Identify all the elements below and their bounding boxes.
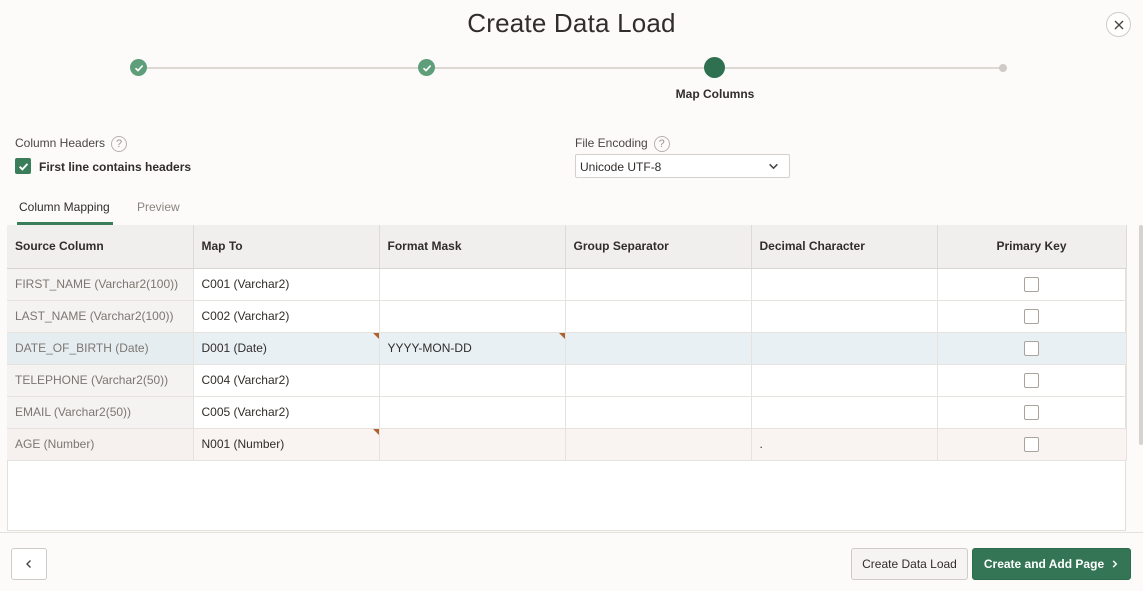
column-header-format-mask[interactable]: Format Mask [379, 225, 566, 269]
wizard-step-4 [999, 64, 1007, 72]
table-row[interactable]: TELEPHONE (Varchar2(50)) C004 (Varchar2) [7, 364, 1127, 397]
first-line-headers-label[interactable]: First line contains headers [39, 160, 191, 174]
column-header-source-column[interactable]: Source Column [7, 225, 194, 269]
group-separator-cell[interactable] [565, 396, 752, 429]
primary-key-checkbox[interactable] [1024, 372, 1039, 388]
dialog-title: Create Data Load [467, 8, 676, 38]
previous-step-button[interactable] [11, 548, 47, 580]
format-mask-cell[interactable] [379, 396, 566, 429]
primary-key-cell [937, 300, 1127, 333]
create-and-add-page-label: Create and Add Page [983, 557, 1105, 571]
column-headers-label-group: Column Headers? [15, 136, 128, 152]
primary-key-cell [937, 332, 1127, 365]
map-to-value: N001 (Number) [201, 437, 285, 451]
format-mask-cell[interactable] [379, 364, 566, 397]
wizard-step-1[interactable] [130, 59, 147, 76]
create-and-add-page-button[interactable]: Create and Add Page [972, 548, 1131, 580]
tab-column-mapping[interactable]: Column Mapping [19, 200, 110, 214]
column-header-group-separator[interactable]: Group Separator [565, 225, 752, 269]
column-header-decimal-character[interactable]: Decimal Character [751, 225, 938, 269]
chevron-right-icon [1112, 560, 1118, 568]
map-to-cell[interactable]: C001 (Varchar2) [193, 267, 380, 301]
source-column-cell: TELEPHONE (Varchar2(50)) [7, 364, 194, 397]
format-mask-cell[interactable] [379, 428, 566, 461]
wizard-step-3-current [704, 57, 725, 78]
source-column-cell: DATE_OF_BIRTH (Date) [7, 332, 194, 365]
map-to-cell[interactable]: D001 (Date) [193, 332, 380, 365]
tab-preview[interactable]: Preview [137, 200, 180, 214]
wizard-current-step-label: Map Columns [675, 87, 755, 101]
wizard-step-2[interactable] [418, 59, 435, 76]
primary-key-checkbox[interactable] [1024, 276, 1039, 292]
source-column-cell: EMAIL (Varchar2(50)) [7, 396, 194, 429]
group-separator-cell[interactable] [565, 364, 752, 397]
format-mask-cell[interactable]: YYYY-MON-DD [379, 332, 566, 365]
map-to-cell[interactable]: N001 (Number) [193, 428, 380, 461]
source-column-cell: FIRST_NAME (Varchar2(100)) [7, 267, 194, 301]
changed-cell-flag [558, 332, 565, 339]
decimal-character-cell[interactable] [751, 364, 938, 397]
map-to-cell[interactable]: C002 (Varchar2) [193, 300, 380, 333]
map-to-cell[interactable]: C004 (Varchar2) [193, 364, 380, 397]
dialog-scrollbar[interactable] [1139, 225, 1143, 445]
column-header-map-to[interactable]: Map To [193, 225, 380, 269]
primary-key-cell [937, 428, 1127, 461]
close-button[interactable] [1106, 12, 1131, 37]
decimal-character-cell[interactable] [751, 300, 938, 333]
primary-key-cell [937, 364, 1127, 397]
primary-key-checkbox[interactable] [1024, 404, 1039, 420]
primary-key-cell [937, 267, 1127, 301]
file-encoding-value: Unicode UTF-8 [580, 160, 662, 174]
table-row[interactable]: LAST_NAME (Varchar2(100)) C002 (Varchar2… [7, 300, 1127, 333]
table-row[interactable]: EMAIL (Varchar2(50)) C005 (Varchar2) [7, 396, 1127, 429]
group-separator-cell[interactable] [565, 300, 752, 333]
map-to-cell[interactable]: C005 (Varchar2) [193, 396, 380, 429]
column-mapping-table: Source Column Map To Format Mask Group S… [7, 225, 1127, 461]
decimal-character-cell[interactable] [751, 267, 938, 301]
source-column-cell: LAST_NAME (Varchar2(100)) [7, 300, 194, 333]
help-icon[interactable]: ? [653, 136, 670, 152]
primary-key-checkbox[interactable] [1024, 436, 1039, 452]
chevron-left-icon [26, 560, 31, 568]
chevron-down-icon [769, 163, 778, 170]
file-encoding-label: File Encoding [575, 136, 648, 151]
file-encoding-select[interactable]: Unicode UTF-8 [575, 154, 790, 178]
group-separator-cell[interactable] [565, 332, 752, 365]
first-line-headers-checkbox[interactable] [15, 158, 31, 174]
column-header-primary-key[interactable]: Primary Key [937, 225, 1127, 269]
group-separator-cell[interactable] [565, 428, 752, 461]
decimal-character-cell[interactable]: . [751, 428, 938, 461]
file-encoding-label-group: File Encoding? [575, 136, 670, 152]
table-row[interactable]: AGE (Number) N001 (Number) . [7, 428, 1127, 461]
table-row-selected[interactable]: DATE_OF_BIRTH (Date) D001 (Date) YYYY-MO… [7, 332, 1127, 365]
primary-key-cell [937, 396, 1127, 429]
check-icon [422, 64, 431, 72]
format-mask-cell[interactable] [379, 300, 566, 333]
decimal-character-cell[interactable] [751, 332, 938, 365]
decimal-character-cell[interactable] [751, 396, 938, 429]
create-data-load-button[interactable]: Create Data Load [851, 548, 968, 580]
group-separator-cell[interactable] [565, 267, 752, 301]
changed-cell-flag [372, 428, 379, 435]
check-icon [134, 64, 143, 72]
wizard-track-upcoming [714, 67, 1003, 69]
map-to-value: D001 (Date) [201, 341, 267, 355]
table-header-row: Source Column Map To Format Mask Group S… [7, 225, 1127, 269]
format-mask-value: YYYY-MON-DD [387, 341, 472, 355]
column-mapping-grid: Source Column Map To Format Mask Group S… [7, 225, 1127, 531]
close-icon [1114, 20, 1123, 29]
column-headers-label: Column Headers [15, 136, 106, 151]
primary-key-checkbox[interactable] [1024, 340, 1039, 356]
changed-cell-flag [372, 332, 379, 339]
primary-key-checkbox[interactable] [1024, 308, 1039, 324]
format-mask-cell[interactable] [379, 267, 566, 301]
source-column-cell: AGE (Number) [7, 428, 194, 461]
table-row[interactable]: FIRST_NAME (Varchar2(100)) C001 (Varchar… [7, 267, 1127, 301]
help-icon[interactable]: ? [111, 136, 128, 152]
check-icon [18, 162, 28, 171]
